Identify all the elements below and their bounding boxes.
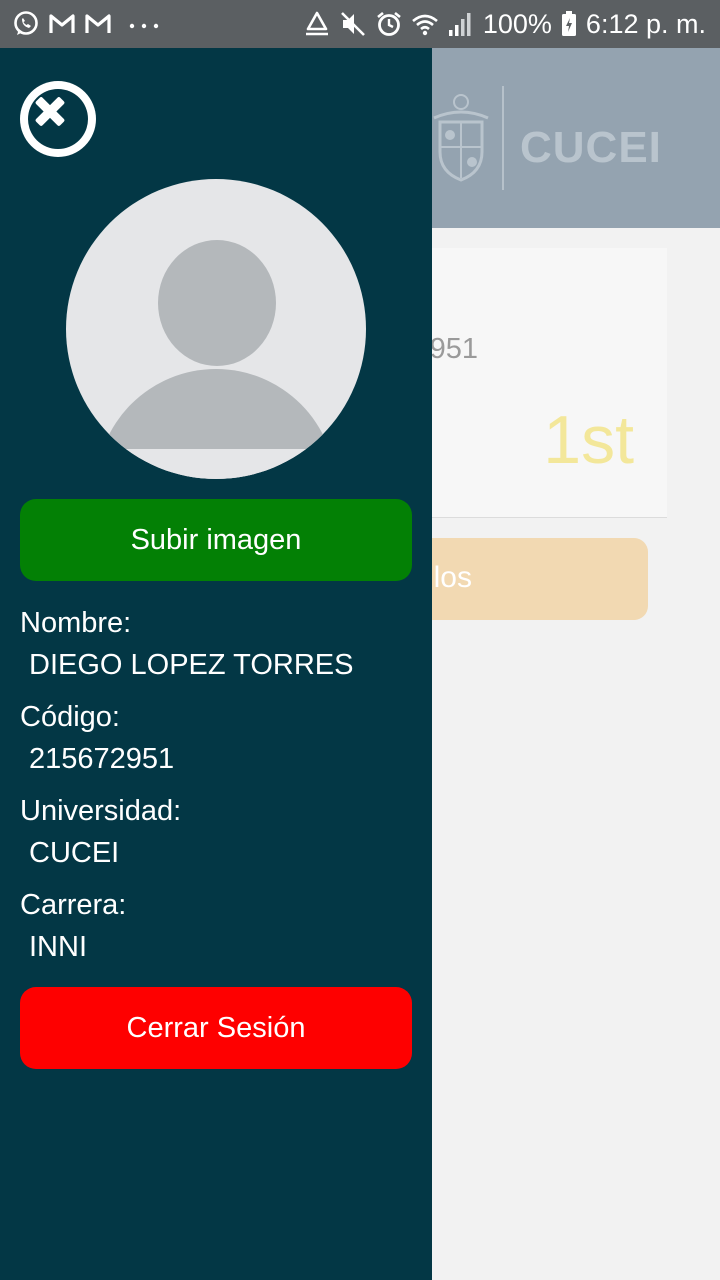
- gmail-icon: [85, 14, 111, 33]
- avatar[interactable]: [66, 179, 366, 479]
- close-icon[interactable]: [20, 81, 96, 157]
- gmail-icon: [49, 14, 75, 33]
- more-notifications-icon: [129, 23, 159, 29]
- wifi-icon: [412, 14, 438, 36]
- alarm-icon: [377, 11, 401, 36]
- status-bar: 100% 6:12 p. m.: [0, 0, 720, 48]
- system-icons: 100% 6:12 p. m.: [303, 8, 706, 40]
- avatar-head: [158, 240, 276, 366]
- university-label: Universidad:: [20, 795, 182, 827]
- avatar-base: [66, 449, 366, 479]
- whatsapp-icon: [14, 11, 38, 35]
- recycle-icon: [305, 11, 328, 36]
- logo-divider: [502, 86, 504, 190]
- university-crest-logo: [433, 94, 489, 182]
- mute-icon: [340, 12, 365, 36]
- notification-icons: [12, 8, 162, 40]
- battery-charging-icon: [561, 11, 576, 36]
- signal-icon: [448, 13, 471, 36]
- university-value: CUCEI: [29, 837, 120, 869]
- career-value: INNI: [29, 931, 87, 963]
- battery-percent: 100%: [482, 9, 552, 39]
- code-label: Código:: [20, 701, 120, 733]
- profile-drawer: Subir imagen Nombre: DIEGO LOPEZ TORRES …: [0, 48, 432, 1280]
- clock: 6:12 p. m.: [585, 9, 706, 39]
- career-label: Carrera:: [20, 889, 127, 921]
- logout-button[interactable]: Cerrar Sesión: [20, 987, 412, 1069]
- cucei-logo-text: CUCEI: [520, 123, 662, 172]
- code-value: 215672951: [29, 743, 175, 775]
- upload-image-button[interactable]: Subir imagen: [20, 499, 412, 581]
- background-button-label: los: [433, 561, 472, 594]
- name-label: Nombre:: [20, 607, 132, 639]
- name-value: DIEGO LOPEZ TORRES: [29, 649, 354, 681]
